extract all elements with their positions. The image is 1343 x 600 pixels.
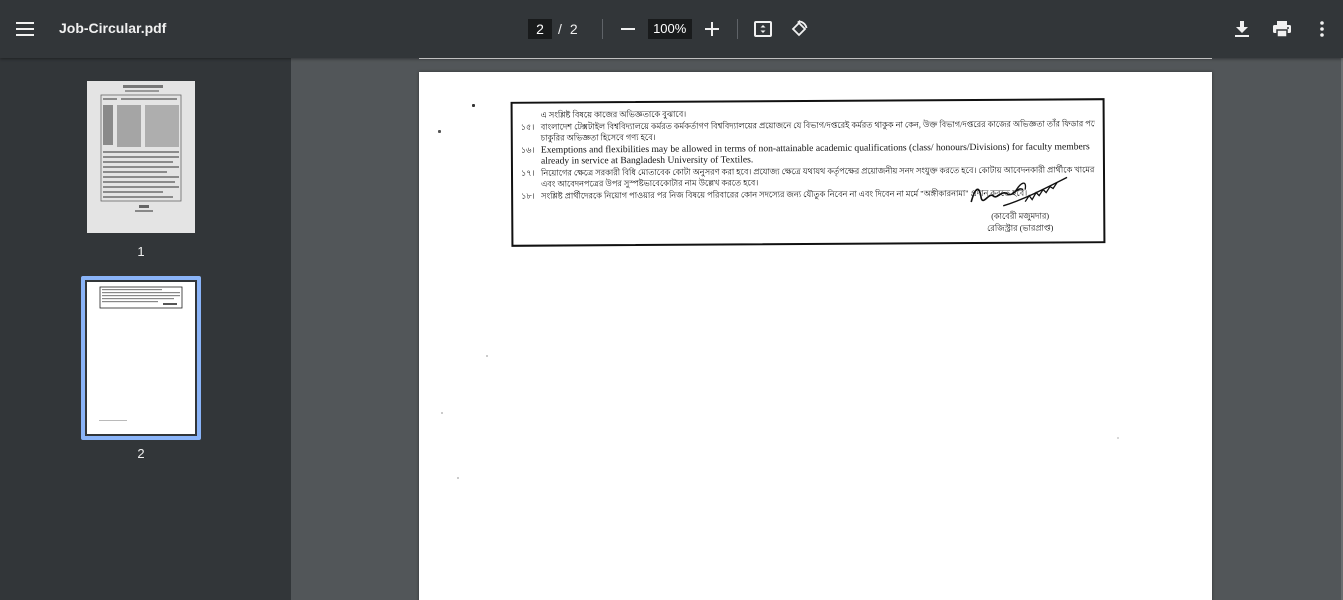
page-thumbnail-1[interactable] xyxy=(87,81,195,233)
page-thumbnail-2[interactable] xyxy=(81,276,201,440)
pdf-toolbar: Job-Circular.pdf 2 / 2 100% xyxy=(0,0,1343,58)
toolbar-actions xyxy=(1217,14,1337,44)
signatory-title: রেজিস্ট্রার (ভারপ্রাপ্ত) xyxy=(987,223,1054,233)
document-line: সংশ্লিষ্ট প্রার্থীদেরকে নিয়োগ পাওয়ার প… xyxy=(541,188,1028,201)
scan-speck xyxy=(438,130,441,133)
signatory-name: (কাবেরী মজুমদার) xyxy=(991,211,1050,221)
previous-page-edge xyxy=(419,58,1212,59)
page-zoom-controls: 2 / 2 100% xyxy=(528,14,814,44)
zoom-in-button[interactable] xyxy=(697,14,727,44)
scan-speck xyxy=(441,412,443,414)
signatory-block: (কাবেরী মজুমদার) রেজিস্ট্রার (ভারপ্রাপ্ত… xyxy=(987,211,1053,234)
page-number-input[interactable]: 2 xyxy=(528,19,552,39)
rotate-button[interactable] xyxy=(784,14,814,44)
fit-to-page-icon xyxy=(753,21,772,37)
thumbnail-preview xyxy=(87,81,195,233)
toolbar-divider xyxy=(601,19,603,39)
more-options-button[interactable] xyxy=(1307,14,1337,44)
handwritten-signature xyxy=(970,176,1068,207)
scan-speck xyxy=(486,355,488,357)
more-vert-icon xyxy=(1320,21,1324,37)
plus-icon xyxy=(704,22,719,36)
document-viewer[interactable]: এ সংশ্লিষ্ট বিষয়ে কাজের অভিজ্ঞতাকে বুঝা… xyxy=(291,58,1343,600)
print-button[interactable] xyxy=(1267,14,1297,44)
fit-to-page-button[interactable] xyxy=(748,14,778,44)
clause-number: ১৭। xyxy=(520,168,535,178)
thumbnail-sidebar: 1 2 xyxy=(0,58,291,600)
rotate-icon xyxy=(791,20,808,37)
download-button[interactable] xyxy=(1227,14,1257,44)
thumbnail-preview xyxy=(87,282,195,434)
menu-button[interactable] xyxy=(10,14,40,44)
page-separator: / xyxy=(558,21,562,37)
document-line: বাংলাদেশ টেক্সটাইল বিশ্ববিদ্যালয়ে কর্মর… xyxy=(540,118,1095,132)
toolbar-divider xyxy=(736,19,738,39)
file-title: Job-Circular.pdf xyxy=(59,20,167,36)
thumbnail-label-1: 1 xyxy=(137,244,145,259)
minus-icon xyxy=(620,28,635,30)
clause-number: ১৮। xyxy=(521,191,535,201)
zoom-input[interactable]: 100% xyxy=(647,19,692,39)
document-notice-box: এ সংশ্লিষ্ট বিষয়ে কাজের অভিজ্ঞতাকে বুঝা… xyxy=(510,98,1106,247)
menu-icon xyxy=(16,22,34,36)
document-line: Exemptions and flexibilities may be allo… xyxy=(540,140,1090,167)
scan-speck xyxy=(472,104,475,107)
scan-speck xyxy=(1117,437,1119,439)
zoom-out-button[interactable] xyxy=(613,14,643,44)
thumbnail-label-2: 2 xyxy=(137,446,145,461)
clause-number: ১৫। xyxy=(520,122,535,132)
page-total: 2 xyxy=(569,21,578,37)
pdf-page-2: এ সংশ্লিষ্ট বিষয়ে কাজের অভিজ্ঞতাকে বুঝা… xyxy=(419,72,1212,600)
clause-number: ১৬। xyxy=(520,145,535,155)
print-icon xyxy=(1273,21,1291,37)
scan-speck xyxy=(457,477,459,479)
download-icon xyxy=(1235,21,1249,37)
